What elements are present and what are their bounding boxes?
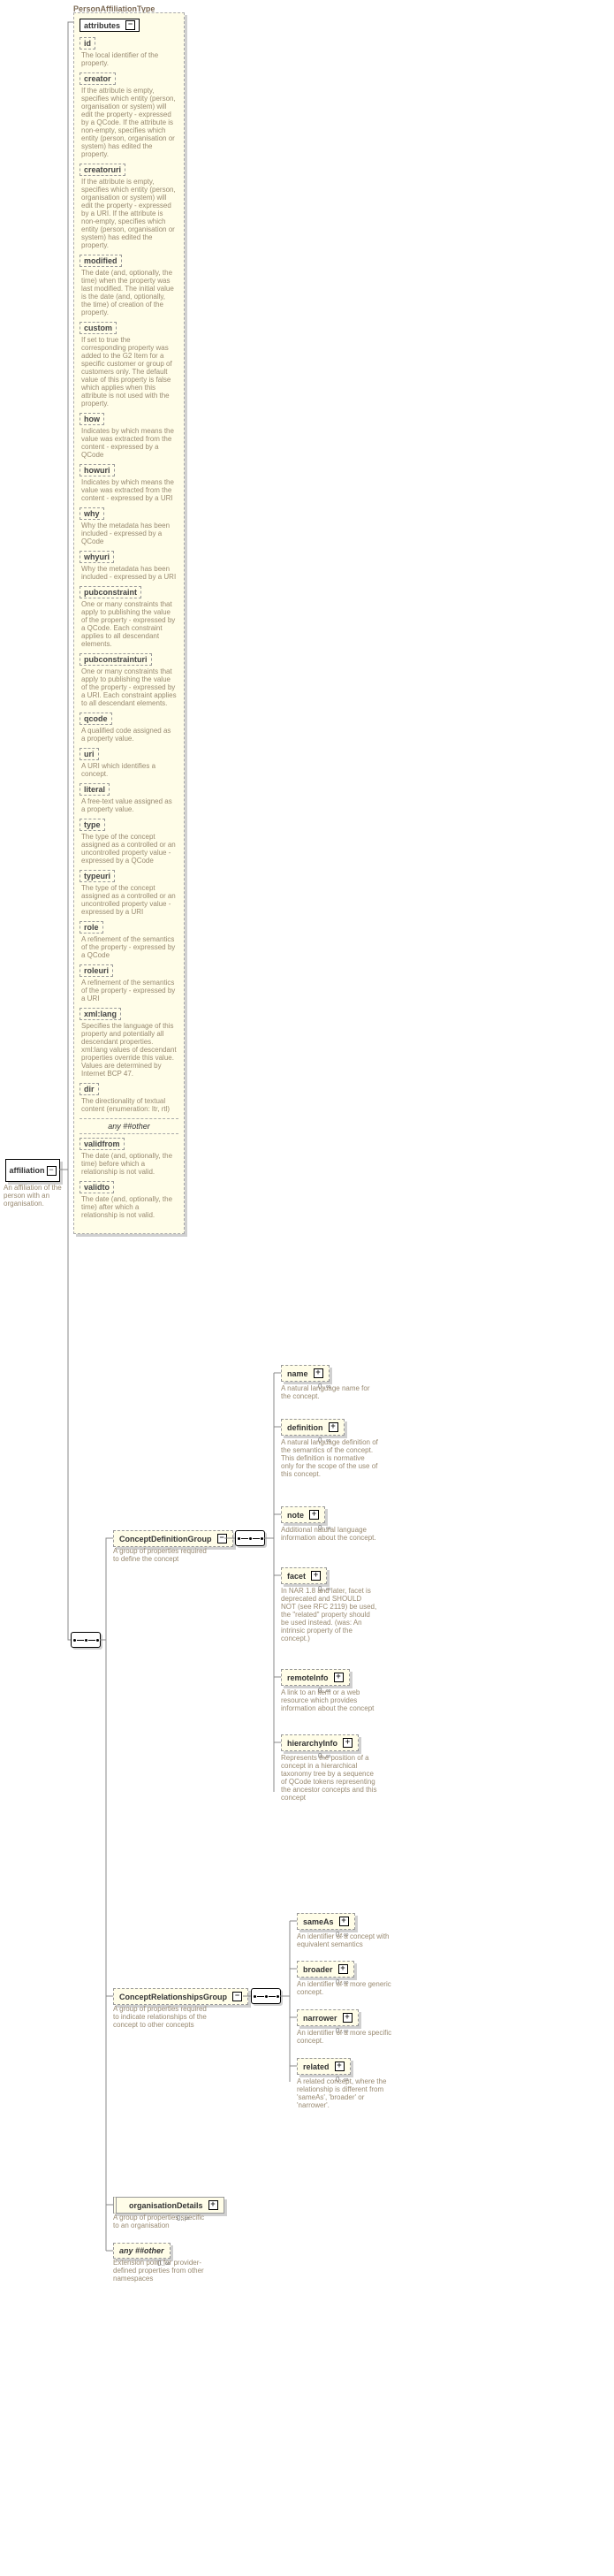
connector-lines	[0, 0, 614, 2576]
